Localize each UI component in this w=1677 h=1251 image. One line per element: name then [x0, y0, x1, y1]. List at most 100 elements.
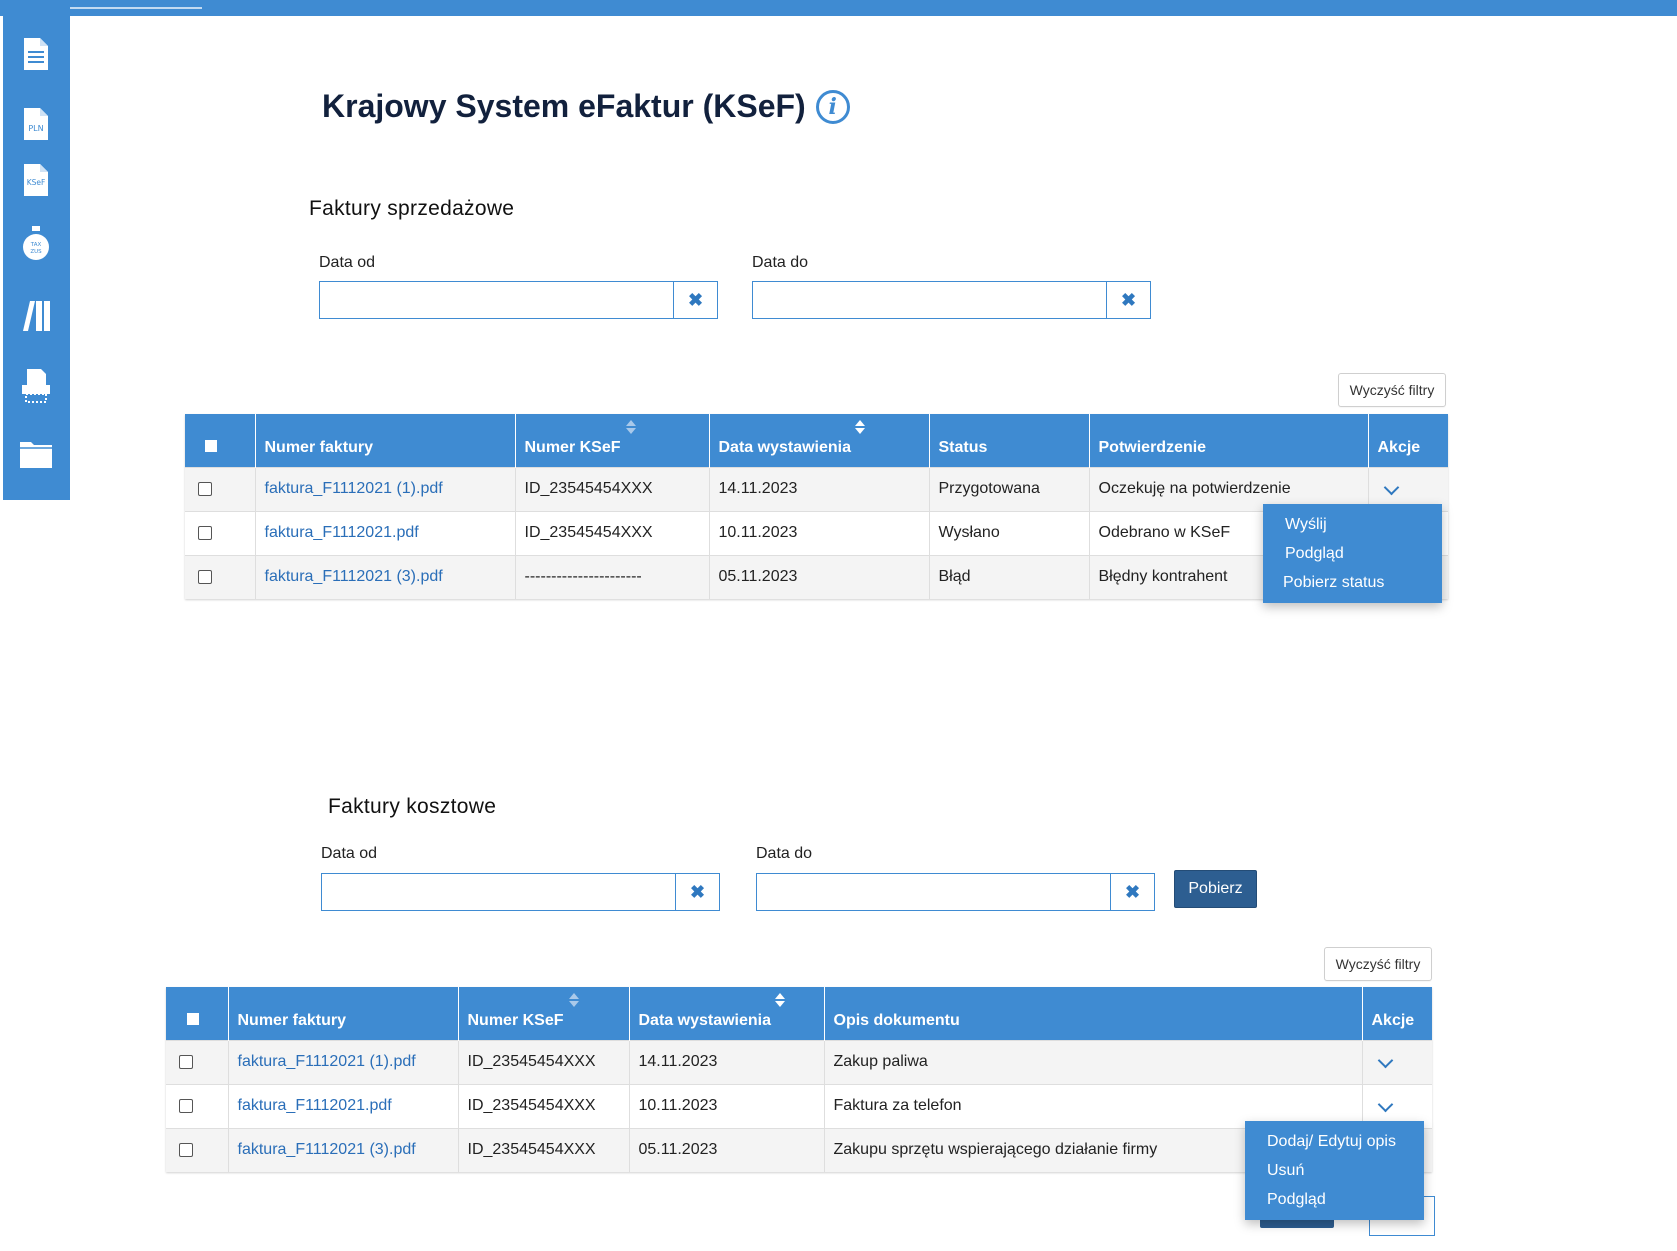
ksef-label: KSeF: [27, 178, 46, 187]
status: Błąd: [929, 554, 1090, 599]
column-header-sortable[interactable]: Data wystawienia: [629, 987, 825, 1040]
column-header-sortable[interactable]: Data wystawienia: [709, 414, 930, 467]
chevron-down-icon[interactable]: [1377, 1096, 1393, 1113]
menu-item-preview[interactable]: Podgląd: [1245, 1185, 1424, 1214]
table-row: faktura_F1112021 (1).pdf ID_23545454XXX …: [166, 1039, 1432, 1084]
column-header-sortable[interactable]: Numer KSeF: [515, 414, 710, 467]
issue-date: 05.11.2023: [709, 554, 930, 599]
costs-date-to-input[interactable]: [757, 874, 1110, 910]
sales-clear-filters-button[interactable]: Wyczyść filtry: [1338, 373, 1446, 407]
sort-icon[interactable]: [625, 420, 636, 436]
status: Przygotowana: [929, 466, 1090, 511]
select-all-checkbox[interactable]: [187, 1012, 199, 1025]
invoice-file-link[interactable]: faktura_F1112021 (3).pdf: [265, 568, 443, 585]
costs-date-from-field: ✖: [321, 873, 720, 911]
svg-text:TAX: TAX: [30, 242, 42, 248]
binders-icon[interactable]: [19, 295, 53, 335]
printer-icon[interactable]: [19, 366, 53, 406]
chevron-down-icon[interactable]: [1377, 1052, 1393, 1069]
issue-date: 05.11.2023: [629, 1127, 825, 1172]
sidebar: PLN KSeF TAX ZUS: [3, 16, 70, 500]
sales-date-from-input[interactable]: [320, 282, 673, 318]
row-checkbox[interactable]: [198, 481, 212, 496]
table-row: faktura_F1112021 (1).pdf ID_23545454XXX …: [185, 466, 1448, 511]
document-icon[interactable]: [19, 34, 53, 74]
ksef-document-icon[interactable]: KSeF: [19, 160, 53, 200]
row-checkbox[interactable]: [198, 525, 212, 540]
table-row: faktura_F1112021 (3).pdf ID_23545454XXX …: [166, 1127, 1432, 1172]
sales-date-to-clear-icon[interactable]: ✖: [1106, 282, 1150, 318]
sales-date-to-input[interactable]: [753, 282, 1106, 318]
costs-clear-filters-button[interactable]: Wyczyść filtry: [1324, 947, 1432, 981]
column-header[interactable]: Potwierdzenie: [1089, 414, 1369, 467]
info-icon[interactable]: i: [815, 89, 850, 124]
page-title: Krajowy System eFaktur (KSeF): [322, 88, 806, 124]
sort-icon[interactable]: [854, 420, 865, 436]
costs-date-from-label: Data od: [321, 845, 378, 862]
ksef-number: ID_23545454XXX: [458, 1039, 630, 1084]
column-header-sortable[interactable]: Numer KSeF: [458, 987, 630, 1040]
folder-icon[interactable]: [19, 434, 53, 474]
pln-label: PLN: [28, 124, 43, 133]
ksef-number: ----------------------: [515, 554, 710, 599]
chevron-down-icon[interactable]: [1383, 479, 1399, 496]
row-checkbox[interactable]: [198, 570, 212, 585]
sales-section-title: Faktury sprzedażowe: [309, 197, 515, 220]
column-header[interactable]: Numer faktury: [255, 414, 516, 467]
sales-date-to-label: Data do: [752, 254, 809, 271]
issue-date: 14.11.2023: [709, 466, 930, 511]
sort-icon[interactable]: [774, 993, 785, 1009]
costs-date-from-input[interactable]: [322, 874, 675, 910]
tax-zus-bag-icon[interactable]: TAX ZUS: [19, 223, 53, 263]
column-header[interactable]: Status: [929, 414, 1090, 467]
invoice-file-link[interactable]: faktura_F1112021.pdf: [265, 524, 419, 541]
ksef-number: ID_23545454XXX: [458, 1127, 630, 1172]
invoice-file-link[interactable]: faktura_F1112021 (1).pdf: [265, 480, 443, 497]
menu-item-delete[interactable]: Usuń: [1245, 1156, 1424, 1185]
row-checkbox[interactable]: [179, 1098, 193, 1113]
column-header[interactable]: Opis dokumentu: [824, 987, 1363, 1040]
costs-date-to-label: Data do: [756, 845, 813, 862]
costs-date-to-field: ✖: [756, 873, 1155, 911]
select-all-checkbox[interactable]: [205, 439, 217, 452]
costs-date-from-clear-icon[interactable]: ✖: [675, 874, 719, 910]
column-header-label: Data wystawienia: [718, 438, 852, 456]
table-row: faktura_F1112021.pdf ID_23545454XXX 10.1…: [185, 510, 1448, 555]
sales-invoices-table: Numer faktury Numer KSeF Data wystawieni…: [185, 414, 1448, 599]
column-header-label: Numer KSeF: [467, 1011, 564, 1029]
cost-invoices-table: Numer faktury Numer KSeF Data wystawieni…: [166, 987, 1432, 1172]
menu-item-preview[interactable]: Podgląd: [1263, 539, 1442, 568]
column-header: Akcje: [1362, 987, 1432, 1040]
menu-item-edit-description[interactable]: Dodaj/ Edytuj opis: [1245, 1127, 1424, 1156]
table-row: faktura_F1112021 (3).pdf ---------------…: [185, 554, 1448, 599]
column-header-label: Numer KSeF: [524, 438, 621, 456]
invoice-file-link[interactable]: faktura_F1112021 (1).pdf: [238, 1053, 416, 1070]
invoice-file-link[interactable]: faktura_F1112021.pdf: [238, 1097, 392, 1114]
column-header[interactable]: Numer faktury: [228, 987, 459, 1040]
menu-item-send[interactable]: Wyślij: [1263, 510, 1442, 539]
fetch-button[interactable]: Pobierz: [1174, 870, 1257, 908]
select-all-header: [185, 414, 256, 467]
invoice-file-link[interactable]: faktura_F1112021 (3).pdf: [238, 1141, 416, 1158]
costs-date-to-clear-icon[interactable]: ✖: [1110, 874, 1154, 910]
svg-text:ZUS: ZUS: [30, 249, 42, 255]
sales-date-to-field: ✖: [752, 281, 1151, 319]
sales-actions-dropdown: Wyślij Podgląd Pobierz status: [1263, 504, 1442, 603]
table-header-row: Numer faktury Numer KSeF Data wystawieni…: [185, 414, 1448, 467]
column-header: Akcje: [1368, 414, 1448, 467]
pln-document-icon[interactable]: PLN: [19, 104, 53, 144]
issue-date: 14.11.2023: [629, 1039, 825, 1084]
sort-icon[interactable]: [568, 993, 579, 1009]
menu-item-fetch-status[interactable]: Pobierz status: [1263, 568, 1442, 597]
ksef-number: ID_23545454XXX: [458, 1083, 630, 1128]
sales-date-from-field: ✖: [319, 281, 718, 319]
ksef-number: ID_23545454XXX: [515, 466, 710, 511]
table-row: faktura_F1112021.pdf ID_23545454XXX 10.1…: [166, 1083, 1432, 1128]
sales-date-from-clear-icon[interactable]: ✖: [673, 282, 717, 318]
row-checkbox[interactable]: [179, 1143, 193, 1158]
issue-date: 10.11.2023: [629, 1083, 825, 1128]
row-checkbox[interactable]: [179, 1054, 193, 1069]
sales-date-from-label: Data od: [319, 254, 376, 271]
top-bar: [0, 0, 1677, 16]
table-header-row: Numer faktury Numer KSeF Data wystawieni…: [166, 987, 1432, 1040]
